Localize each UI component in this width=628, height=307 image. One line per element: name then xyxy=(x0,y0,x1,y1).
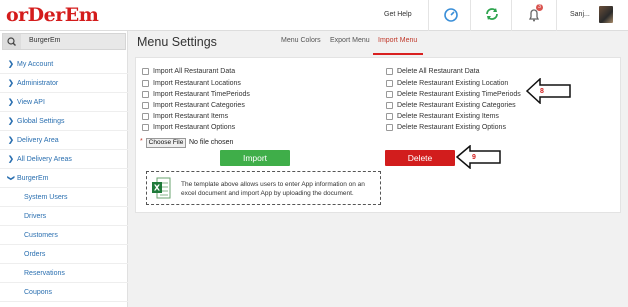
app-logo[interactable]: orDerEm xyxy=(6,4,99,26)
sidebar-item-burgerem[interactable]: ❯ BurgerEm xyxy=(0,169,128,188)
sidebar-item-label: View API xyxy=(17,99,45,106)
sidebar-subitem-label: Drivers xyxy=(24,213,47,220)
tab-export-menu[interactable]: Export Menu xyxy=(330,37,370,44)
checkbox-label: Import Restaurant TimePeriods xyxy=(153,91,250,98)
checkbox[interactable] xyxy=(142,113,149,120)
checkbox-label: Import Restaurant Locations xyxy=(153,80,241,87)
chevron-right-icon: ❯ xyxy=(8,61,14,68)
refresh-icon[interactable] xyxy=(484,6,500,22)
toolbar-divider xyxy=(511,0,512,31)
checkbox-label: Import All Restaurant Data xyxy=(153,68,236,75)
callout-arrow-left-icon xyxy=(526,78,571,104)
sidebar-item-my-account[interactable]: ❯ My Account xyxy=(0,55,128,74)
checkbox[interactable] xyxy=(142,68,149,75)
user-avatar[interactable] xyxy=(599,6,613,23)
sidebar-subitem-customers[interactable]: Customers xyxy=(0,226,128,245)
callout-number: 9 xyxy=(472,154,476,161)
search-button[interactable] xyxy=(3,34,21,49)
sidebar-item-label: My Account xyxy=(17,61,54,68)
chevron-right-icon: ❯ xyxy=(8,80,14,87)
tab-menu-colors[interactable]: Menu Colors xyxy=(281,37,321,44)
checkbox[interactable] xyxy=(386,113,393,120)
sidebar-item-global-settings[interactable]: ❯ Global Settings xyxy=(0,112,128,131)
checkbox[interactable] xyxy=(386,68,393,75)
tab-import-menu[interactable]: Import Menu xyxy=(378,37,417,44)
sidebar-subitem-label: System Users xyxy=(24,194,68,201)
import-button[interactable]: Import xyxy=(220,150,290,166)
sidebar-subitem-label: Coupons xyxy=(24,289,53,296)
sidebar: BurgerEm ❯ My Account ❯ Administrator ❯ … xyxy=(0,31,128,307)
checkbox[interactable] xyxy=(386,124,393,131)
checkbox-label: Import Restaurant Options xyxy=(153,124,236,131)
checkbox-label: Delete All Restaurant Data xyxy=(397,68,480,75)
sidebar-item-label: Delivery Area xyxy=(17,137,59,144)
checkbox[interactable] xyxy=(386,80,393,87)
template-info-note: X The template above allows users to ent… xyxy=(146,171,381,205)
search-input[interactable]: BurgerEm xyxy=(29,37,61,44)
chevron-right-icon: ❯ xyxy=(8,118,14,125)
sidebar-item-label: Global Settings xyxy=(17,118,65,125)
sidebar-item-delivery-area[interactable]: ❯ Delivery Area xyxy=(0,131,128,150)
chevron-right-icon: ❯ xyxy=(8,137,14,144)
toolbar-divider xyxy=(556,0,557,31)
checkbox-label: Delete Restaurant Existing TimePeriods xyxy=(397,91,521,98)
sidebar-subitem-coupons[interactable]: Coupons xyxy=(0,283,128,302)
required-marker: * xyxy=(140,138,143,145)
toolbar-divider xyxy=(428,0,429,31)
sidebar-item-label: All Delivery Areas xyxy=(17,156,72,163)
top-bar: orDerEm Get Help 3 Sanj... xyxy=(0,0,628,31)
sidebar-subitem-label: Customers xyxy=(24,232,58,239)
checkbox-label: Delete Restaurant Existing Items xyxy=(397,113,499,120)
checkbox-label: Delete Restaurant Existing Location xyxy=(397,80,509,87)
sidebar-subitem-reservations[interactable]: Reservations xyxy=(0,264,128,283)
checkbox[interactable] xyxy=(142,91,149,98)
restaurant-search[interactable]: BurgerEm xyxy=(2,33,126,50)
checkbox[interactable] xyxy=(142,102,149,109)
choose-file-button[interactable]: Choose File xyxy=(146,138,186,148)
active-tab-indicator xyxy=(373,53,423,55)
sidebar-item-label: Administrator xyxy=(17,80,59,87)
sidebar-subitem-label: Orders xyxy=(24,251,46,258)
sidebar-subitem-label: Reservations xyxy=(24,270,65,277)
chevron-right-icon: ❯ xyxy=(8,156,14,163)
chevron-right-icon: ❯ xyxy=(8,99,14,106)
chevron-down-icon: ❯ xyxy=(6,175,14,181)
sidebar-subitem-system-users[interactable]: System Users xyxy=(0,188,128,207)
checkbox-label: Delete Restaurant Existing Options xyxy=(397,124,506,131)
sidebar-item-view-api[interactable]: ❯ View API xyxy=(0,93,128,112)
dashboard-gauge-icon[interactable] xyxy=(443,6,459,22)
template-info-text: The template above allows users to enter… xyxy=(181,181,365,197)
checkbox[interactable] xyxy=(386,102,393,109)
sidebar-subitem-drivers[interactable]: Drivers xyxy=(0,207,128,226)
user-name[interactable]: Sanj... xyxy=(570,11,590,18)
page-title: Menu Settings xyxy=(137,35,217,49)
toolbar-divider xyxy=(470,0,471,31)
sidebar-item-administrator[interactable]: ❯ Administrator xyxy=(0,74,128,93)
get-help-link[interactable]: Get Help xyxy=(384,11,412,18)
callout-number: 8 xyxy=(540,88,544,95)
search-icon xyxy=(7,37,16,46)
file-status-text: No file chosen xyxy=(189,139,234,146)
checkbox-label: Import Restaurant Items xyxy=(153,113,229,120)
checkbox-label: Delete Restaurant Existing Categories xyxy=(397,102,516,109)
checkbox[interactable] xyxy=(386,91,393,98)
checkbox[interactable] xyxy=(142,80,149,87)
checkbox-label: Import Restaurant Categories xyxy=(153,102,245,109)
sidebar-item-all-delivery-areas[interactable]: ❯ All Delivery Areas xyxy=(0,150,128,169)
sidebar-item-label: BurgerEm xyxy=(17,175,49,182)
checkbox[interactable] xyxy=(142,124,149,131)
excel-file-icon[interactable]: X xyxy=(151,177,171,200)
delete-button[interactable]: Delete xyxy=(385,150,455,166)
sidebar-subitem-orders[interactable]: Orders xyxy=(0,245,128,264)
callout-arrow-left-icon xyxy=(456,145,501,169)
svg-text:X: X xyxy=(154,184,161,193)
notification-count-badge: 3 xyxy=(536,4,543,11)
